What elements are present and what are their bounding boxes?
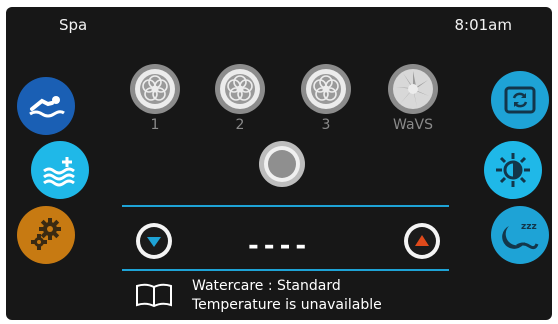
power-ring-button[interactable] (257, 139, 307, 189)
svg-text:zzz: zzz (521, 222, 537, 232)
light-button[interactable] (484, 141, 542, 199)
sleep-icon: zzz (502, 222, 539, 250)
temperature-status: Temperature is unavailable (192, 297, 382, 313)
temp-up-button[interactable] (402, 221, 442, 261)
wavs-button[interactable] (386, 62, 440, 116)
pump-3-label: 3 (321, 117, 331, 133)
watercare-status: Watercare : Standard (192, 278, 341, 294)
temp-down-button[interactable] (134, 221, 174, 261)
light-icon (496, 153, 530, 187)
book-icon[interactable] (134, 282, 174, 308)
settings-button[interactable] (17, 206, 75, 264)
spa-panel: Spa 8:01am zzz 1 2 3 WaVS ---- Watercare… (6, 7, 552, 320)
temperature-value: ---- (248, 231, 312, 261)
divider-top (122, 205, 449, 207)
pump-2-button[interactable] (213, 62, 267, 116)
pump-3-button[interactable] (299, 62, 353, 116)
swimmer-icon (29, 96, 65, 118)
heat-waves-icon (43, 157, 75, 187)
divider-bottom (122, 269, 449, 271)
flip-screen-icon (504, 86, 536, 114)
pump-1-label: 1 (150, 117, 160, 133)
flip-screen-button[interactable] (491, 71, 549, 129)
swim-button[interactable] (17, 77, 75, 135)
gears-icon (31, 218, 61, 250)
clock: 8:01am (454, 16, 513, 34)
sleep-button[interactable]: zzz (491, 206, 549, 264)
pump-1-button[interactable] (128, 62, 182, 116)
heat-button[interactable] (31, 141, 89, 199)
page-title: Spa (59, 16, 88, 34)
pump-2-label: 2 (235, 117, 245, 133)
wavs-label: WaVS (393, 117, 433, 133)
